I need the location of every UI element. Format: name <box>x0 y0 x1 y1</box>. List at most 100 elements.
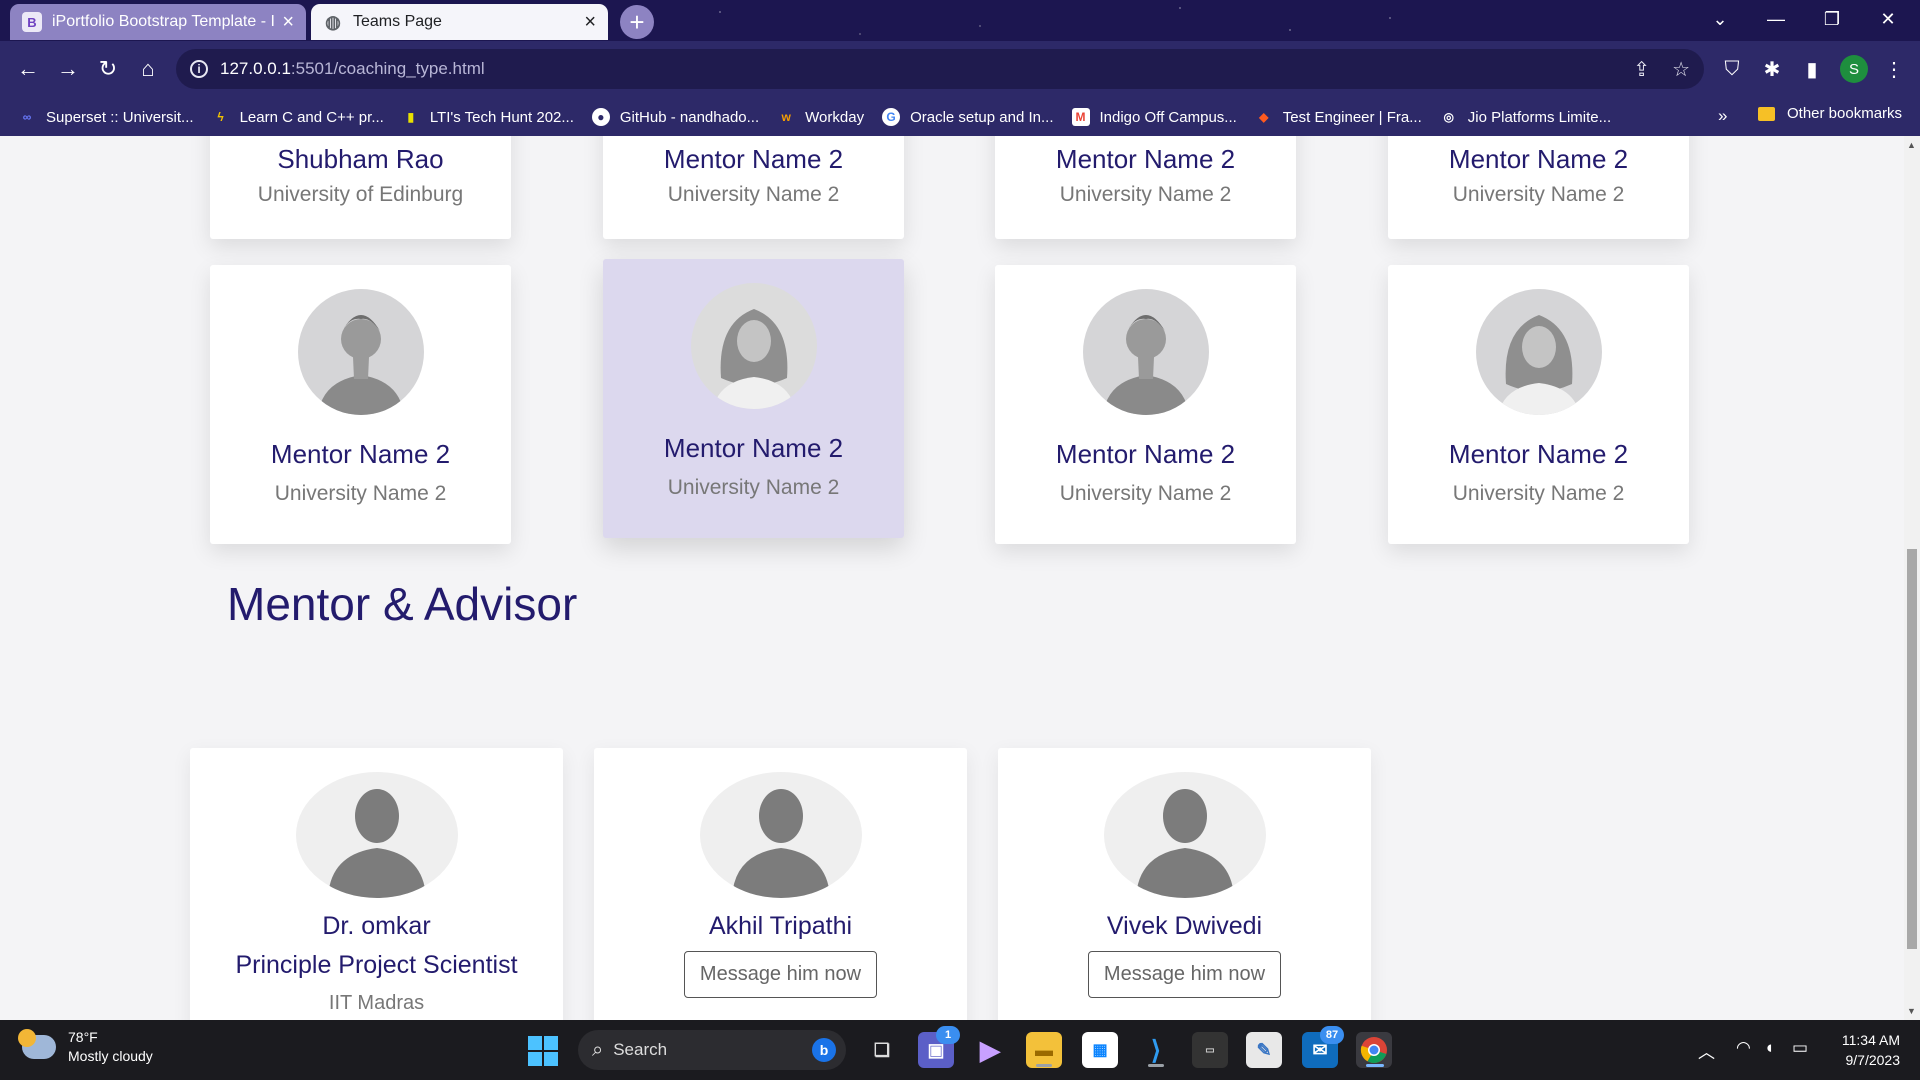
microsoft-store-icon[interactable]: ▦ <box>1082 1032 1118 1068</box>
male-avatar-icon <box>1082 289 1209 415</box>
mentor-name: Mentor Name 2 <box>1055 439 1236 469</box>
scroll-up-arrow-icon[interactable]: ▲ <box>1907 140 1916 150</box>
mentor-card[interactable]: Mentor Name 2 University Name 2 <box>210 265 511 544</box>
site-info-icon[interactable]: i <box>190 60 208 78</box>
advisor-title: Principle Project Scientist <box>235 951 518 979</box>
mentor-card[interactable]: Mentor Name 2 University Name 2 <box>995 136 1296 239</box>
file-explorer-icon[interactable]: ▬ <box>1026 1032 1062 1068</box>
female-avatar-icon <box>1475 289 1602 415</box>
mentor-name: Mentor Name 2 <box>1055 144 1236 174</box>
media-player-icon[interactable]: ▶ <box>972 1032 1008 1068</box>
show-hidden-icons-chevron[interactable]: ︿ <box>1698 1038 1715 1063</box>
mentor-university: University Name 2 <box>1452 482 1625 505</box>
mentor-university: University Name 2 <box>1452 183 1625 206</box>
clock-date: 9/7/2023 <box>1845 1052 1901 1068</box>
close-icon[interactable]: × <box>282 12 294 32</box>
advisor-card[interactable]: Dr. omkar Principle Project Scientist II… <box>190 748 563 1020</box>
running-indicator <box>1366 1064 1384 1067</box>
bookmarks-bar: ∞ Superset :: Universit... ϟ Learn C and C… <box>0 98 1920 136</box>
vscode-icon[interactable]: ⟩ <box>1138 1032 1174 1068</box>
superset-icon: ∞ <box>22 110 32 124</box>
bookmark-workday[interactable]: w Workday <box>777 108 864 126</box>
mentor-university: University of Edinburg <box>257 183 464 206</box>
mentor-card-hovered[interactable]: Mentor Name 2 University Name 2 <box>603 259 904 538</box>
search-label: Search <box>613 1040 668 1059</box>
search-icon: ⌕ <box>592 1038 604 1061</box>
minimize-button[interactable]: — <box>1748 0 1804 38</box>
shield-extension-icon[interactable]: ⛉ <box>1716 53 1748 85</box>
close-window-button[interactable]: ✕ <box>1860 0 1916 38</box>
bookmark-superset[interactable]: ∞ Superset :: Universit... <box>18 108 194 126</box>
scroll-down-arrow-icon[interactable]: ▼ <box>1907 1006 1916 1016</box>
tab-iportfolio[interactable]: B iPortfolio Bootstrap Template - In × <box>10 4 306 40</box>
volume-icon[interactable]: ◖ <box>1764 1038 1774 1058</box>
bookmark-lti[interactable]: ▮ LTI's Tech Hunt 202... <box>402 108 574 126</box>
more-menu-icon[interactable]: ⋮ <box>1878 53 1910 85</box>
outlook-icon[interactable]: ✉ 87 <box>1302 1026 1344 1068</box>
mentor-card[interactable]: Shubham Rao University of Edinburg <box>210 136 511 239</box>
share-icon[interactable]: ⇪ <box>1633 57 1650 82</box>
mentor-name: Mentor Name 2 <box>270 439 451 469</box>
bookmark-learn-c[interactable]: ϟ Learn C and C++ pr... <box>212 108 383 126</box>
bookmark-test-engineer[interactable]: ◆ Test Engineer | Fra... <box>1255 108 1422 126</box>
advisor-card[interactable]: Vivek Dwivedi Message him now <box>998 748 1371 1020</box>
person-silhouette-icon <box>295 772 458 898</box>
bookmark-oracle-setup[interactable]: G Oracle setup and In... <box>882 108 1054 126</box>
mentor-name: Mentor Name 2 <box>663 144 844 174</box>
windows-start-icon[interactable] <box>528 1036 558 1066</box>
side-panel-icon[interactable]: ▮ <box>1796 53 1828 85</box>
bookmark-jio[interactable]: ◎ Jio Platforms Limite... <box>1440 108 1612 126</box>
url-host: 127.0.0.1 <box>220 59 291 78</box>
lti-icon: ▮ <box>407 110 415 124</box>
battery-icon[interactable]: ▭ <box>1792 1038 1808 1058</box>
mentor-university: University Name 2 <box>667 183 840 206</box>
browser-toolbar: ← → ↻ ⌂ i 127.0.0.1 :5501/coaching_type.… <box>0 41 1920 98</box>
message-him-now-button[interactable]: Message him now <box>1087 951 1282 998</box>
new-tab-button[interactable]: + <box>620 5 654 39</box>
learn-c-icon: ϟ <box>217 110 224 124</box>
globe-icon: ◍ <box>325 11 341 32</box>
terminal-icon[interactable]: ▭ <box>1192 1032 1228 1068</box>
advisor-card[interactable]: Akhil Tripathi Message him now <box>594 748 967 1020</box>
url-path: :5501/coaching_type.html <box>290 59 485 78</box>
task-view-icon[interactable]: ❏ <box>864 1032 900 1068</box>
teams-chat-icon[interactable]: ▣ 1 <box>918 1026 960 1068</box>
scroll-thumb[interactable] <box>1907 549 1917 949</box>
mentor-card[interactable]: Mentor Name 2 University Name 2 <box>1388 265 1689 544</box>
chrome-icon[interactable] <box>1356 1032 1392 1068</box>
puzzle-extensions-icon[interactable]: ✱ <box>1756 53 1788 85</box>
bookmark-github[interactable]: ● GitHub - nandhado... <box>591 108 759 126</box>
weather-widget[interactable]: 78°F Mostly cloudy <box>18 1028 153 1066</box>
clock-time: 11:34 AM <box>1841 1032 1900 1048</box>
notepad-icon[interactable]: ✎ <box>1246 1032 1282 1068</box>
other-bookmarks-folder[interactable]: Other bookmarks <box>1758 105 1902 122</box>
mentor-card[interactable]: Mentor Name 2 University Name 2 <box>1388 136 1689 239</box>
mentor-name: Mentor Name 2 <box>1448 439 1629 469</box>
bookmark-indigo[interactable]: M Indigo Off Campus... <box>1071 108 1237 126</box>
folder-icon <box>1758 106 1775 121</box>
bookmark-star-icon[interactable]: ☆ <box>1672 57 1690 82</box>
page-scrollbar[interactable]: ▲ ▼ <box>1904 136 1920 1020</box>
wifi-icon[interactable]: ◠ <box>1736 1038 1751 1058</box>
tab-teams-page[interactable]: ◍ Teams Page × <box>311 4 608 40</box>
tab-search-chevron-icon[interactable]: ⌄ <box>1692 0 1748 38</box>
mentor-name: Mentor Name 2 <box>1448 144 1629 174</box>
system-clock[interactable]: 11:34 AM 9/7/2023 <box>1820 1030 1900 1070</box>
restore-button[interactable]: ❐ <box>1804 0 1860 38</box>
mentor-card[interactable]: Mentor Name 2 University Name 2 <box>603 136 904 239</box>
taskbar-search[interactable]: ⌕ Search b <box>578 1030 846 1070</box>
profile-avatar[interactable]: S <box>1840 55 1868 83</box>
address-bar[interactable]: i 127.0.0.1 :5501/coaching_type.html ⇪ ☆ <box>176 49 1704 89</box>
advisor-name: Akhil Tripathi <box>708 912 853 940</box>
mentor-card[interactable]: Mentor Name 2 University Name 2 <box>995 265 1296 544</box>
page-viewport: Shubham Rao University of Edinburg Mento… <box>0 136 1904 1020</box>
close-icon[interactable]: × <box>584 12 596 32</box>
bing-icon[interactable]: b <box>812 1038 836 1062</box>
home-icon[interactable]: ⌂ <box>130 51 166 87</box>
mentor-name: Mentor Name 2 <box>663 433 844 463</box>
reload-icon[interactable]: ↻ <box>90 51 126 87</box>
forward-arrow-icon[interactable]: → <box>50 51 86 87</box>
bookmarks-overflow-chevron[interactable]: » <box>1718 106 1727 126</box>
message-him-now-button[interactable]: Message him now <box>683 951 878 998</box>
back-arrow-icon[interactable]: ← <box>10 51 46 87</box>
